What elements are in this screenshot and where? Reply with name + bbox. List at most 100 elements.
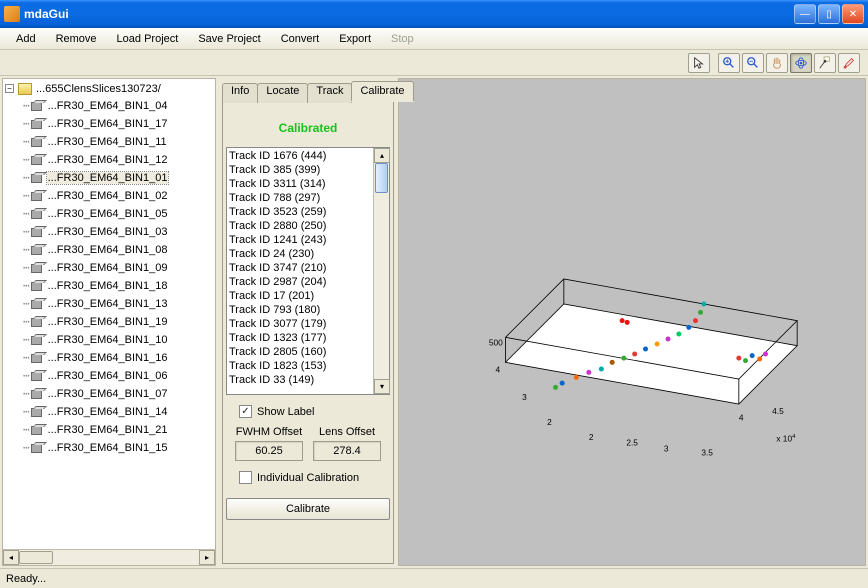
track-listbox[interactable]: Track ID 1676 (444)Track ID 385 (399)Tra…: [227, 148, 373, 394]
svg-text:3: 3: [522, 392, 527, 402]
tree-item[interactable]: ⋯...FR30_EM64_BIN1_12: [3, 151, 215, 168]
scroll-thumb[interactable]: [375, 163, 388, 193]
track-list-item[interactable]: Track ID 788 (297): [229, 191, 371, 205]
pointer-tool[interactable]: [688, 53, 710, 73]
cube-icon: [31, 154, 44, 165]
z-tick: 500: [489, 338, 503, 348]
svg-text:4: 4: [739, 413, 744, 423]
plot-3d-axes[interactable]: 500 4 3 2 2 2.5 3 3.5 4 4.5 x 104: [398, 78, 866, 566]
track-list-item[interactable]: Track ID 2880 (250): [229, 219, 371, 233]
toolbar: [0, 50, 868, 76]
tree-root[interactable]: − ...655ClensSlices130723/: [3, 81, 215, 96]
track-list-item[interactable]: Track ID 3077 (179): [229, 317, 371, 331]
tree-item[interactable]: ⋯...FR30_EM64_BIN1_21: [3, 421, 215, 438]
tab-info[interactable]: Info: [222, 83, 258, 103]
track-list-item[interactable]: Track ID 1823 (153): [229, 359, 371, 373]
lens-offset-value[interactable]: 278.4: [313, 441, 381, 461]
zoom-in-tool[interactable]: [718, 53, 740, 73]
scroll-left-icon[interactable]: ◂: [3, 550, 19, 565]
track-list-item[interactable]: Track ID 3523 (259): [229, 205, 371, 219]
track-list-item[interactable]: Track ID 1241 (243): [229, 233, 371, 247]
tree-item[interactable]: ⋯...FR30_EM64_BIN1_16: [3, 349, 215, 366]
scroll-down-icon[interactable]: ▾: [374, 379, 390, 394]
tree-item[interactable]: ⋯...FR30_EM64_BIN1_07: [3, 385, 215, 402]
zoom-out-tool[interactable]: [742, 53, 764, 73]
track-list-item[interactable]: Track ID 2805 (160): [229, 345, 371, 359]
data-cursor-tool[interactable]: [814, 53, 836, 73]
scroll-thumb[interactable]: [19, 551, 53, 564]
tab-locate[interactable]: Locate: [257, 83, 308, 103]
track-list-item[interactable]: Track ID 17 (201): [229, 289, 371, 303]
tree-item-label: ...FR30_EM64_BIN1_08: [47, 244, 169, 256]
tree-item[interactable]: ⋯...FR30_EM64_BIN1_14: [3, 403, 215, 420]
fwhm-offset-value[interactable]: 60.25: [235, 441, 303, 461]
tab-calibrate[interactable]: Calibrate: [351, 81, 413, 101]
tree-item-label: ...FR30_EM64_BIN1_21: [47, 424, 169, 436]
tree-item-label: ...FR30_EM64_BIN1_04: [47, 100, 169, 112]
cube-icon: [31, 352, 44, 363]
rotate-3d-tool[interactable]: [790, 53, 812, 73]
tree-item[interactable]: ⋯...FR30_EM64_BIN1_05: [3, 205, 215, 222]
menubar: Add Remove Load Project Save Project Con…: [0, 28, 868, 50]
calibrate-button[interactable]: Calibrate: [226, 498, 390, 520]
tree-item[interactable]: ⋯...FR30_EM64_BIN1_10: [3, 331, 215, 348]
svg-text:x 104: x 104: [776, 434, 796, 444]
scroll-right-icon[interactable]: ▸: [199, 550, 215, 565]
menu-add[interactable]: Add: [6, 31, 46, 47]
brush-tool[interactable]: [838, 53, 860, 73]
maximize-button[interactable]: ▯: [818, 4, 840, 24]
track-list-item[interactable]: Track ID 33 (149): [229, 373, 371, 387]
tree-item[interactable]: ⋯...FR30_EM64_BIN1_04: [3, 97, 215, 114]
cube-icon: [31, 262, 44, 273]
track-list-scrollbar[interactable]: ▴ ▾: [373, 148, 389, 394]
track-list-item[interactable]: Track ID 3311 (314): [229, 177, 371, 191]
tree-item[interactable]: ⋯...FR30_EM64_BIN1_18: [3, 277, 215, 294]
track-list-item[interactable]: Track ID 793 (180): [229, 303, 371, 317]
file-tree[interactable]: − ...655ClensSlices130723/ ⋯...FR30_EM64…: [2, 78, 216, 566]
tree-item[interactable]: ⋯...FR30_EM64_BIN1_06: [3, 367, 215, 384]
tree-item-label: ...FR30_EM64_BIN1_11: [47, 136, 168, 148]
svg-text:2: 2: [589, 432, 594, 442]
menu-save-project[interactable]: Save Project: [188, 31, 270, 47]
cube-icon: [31, 172, 44, 183]
svg-text:3.5: 3.5: [701, 448, 713, 458]
track-list-item[interactable]: Track ID 1676 (444): [229, 149, 371, 163]
menu-export[interactable]: Export: [329, 31, 381, 47]
tab-track[interactable]: Track: [307, 83, 352, 103]
track-list-item[interactable]: Track ID 385 (399): [229, 163, 371, 177]
show-label-checkbox[interactable]: ✓ Show Label: [231, 405, 315, 418]
pan-tool[interactable]: [766, 53, 788, 73]
track-list-item[interactable]: Track ID 1323 (177): [229, 331, 371, 345]
tree-item[interactable]: ⋯...FR30_EM64_BIN1_01: [3, 169, 215, 186]
tree-item[interactable]: ⋯...FR30_EM64_BIN1_19: [3, 313, 215, 330]
tree-horizontal-scrollbar[interactable]: ◂ ▸: [3, 549, 215, 565]
track-list-item[interactable]: Track ID 3747 (210): [229, 261, 371, 275]
tree-item[interactable]: ⋯...FR30_EM64_BIN1_08: [3, 241, 215, 258]
tree-item-label: ...FR30_EM64_BIN1_17: [47, 118, 169, 130]
scroll-up-icon[interactable]: ▴: [374, 148, 390, 163]
individual-calibration-text: Individual Calibration: [257, 472, 359, 484]
tree-item[interactable]: ⋯...FR30_EM64_BIN1_15: [3, 439, 215, 456]
tree-item[interactable]: ⋯...FR30_EM64_BIN1_11: [3, 133, 215, 150]
menu-load-project[interactable]: Load Project: [107, 31, 189, 47]
menu-convert[interactable]: Convert: [271, 31, 330, 47]
menu-remove[interactable]: Remove: [46, 31, 107, 47]
track-list-item[interactable]: Track ID 2987 (204): [229, 275, 371, 289]
individual-calibration-checkbox[interactable]: Individual Calibration: [231, 471, 359, 484]
tree-item[interactable]: ⋯...FR30_EM64_BIN1_02: [3, 187, 215, 204]
svg-text:4.5: 4.5: [772, 406, 784, 416]
tree-item[interactable]: ⋯...FR30_EM64_BIN1_03: [3, 223, 215, 240]
window-title: mdaGui: [24, 7, 794, 21]
cube-icon: [31, 370, 44, 381]
collapse-icon[interactable]: −: [5, 84, 14, 93]
close-button[interactable]: ✕: [842, 4, 864, 24]
cube-icon: [31, 190, 44, 201]
tree-item[interactable]: ⋯...FR30_EM64_BIN1_09: [3, 259, 215, 276]
track-list-item[interactable]: Track ID 24 (230): [229, 247, 371, 261]
svg-text:2.5: 2.5: [626, 438, 638, 448]
show-label-text: Show Label: [257, 406, 315, 418]
statusbar: Ready...: [0, 568, 868, 588]
tree-item[interactable]: ⋯...FR30_EM64_BIN1_17: [3, 115, 215, 132]
minimize-button[interactable]: —: [794, 4, 816, 24]
tree-item[interactable]: ⋯...FR30_EM64_BIN1_13: [3, 295, 215, 312]
